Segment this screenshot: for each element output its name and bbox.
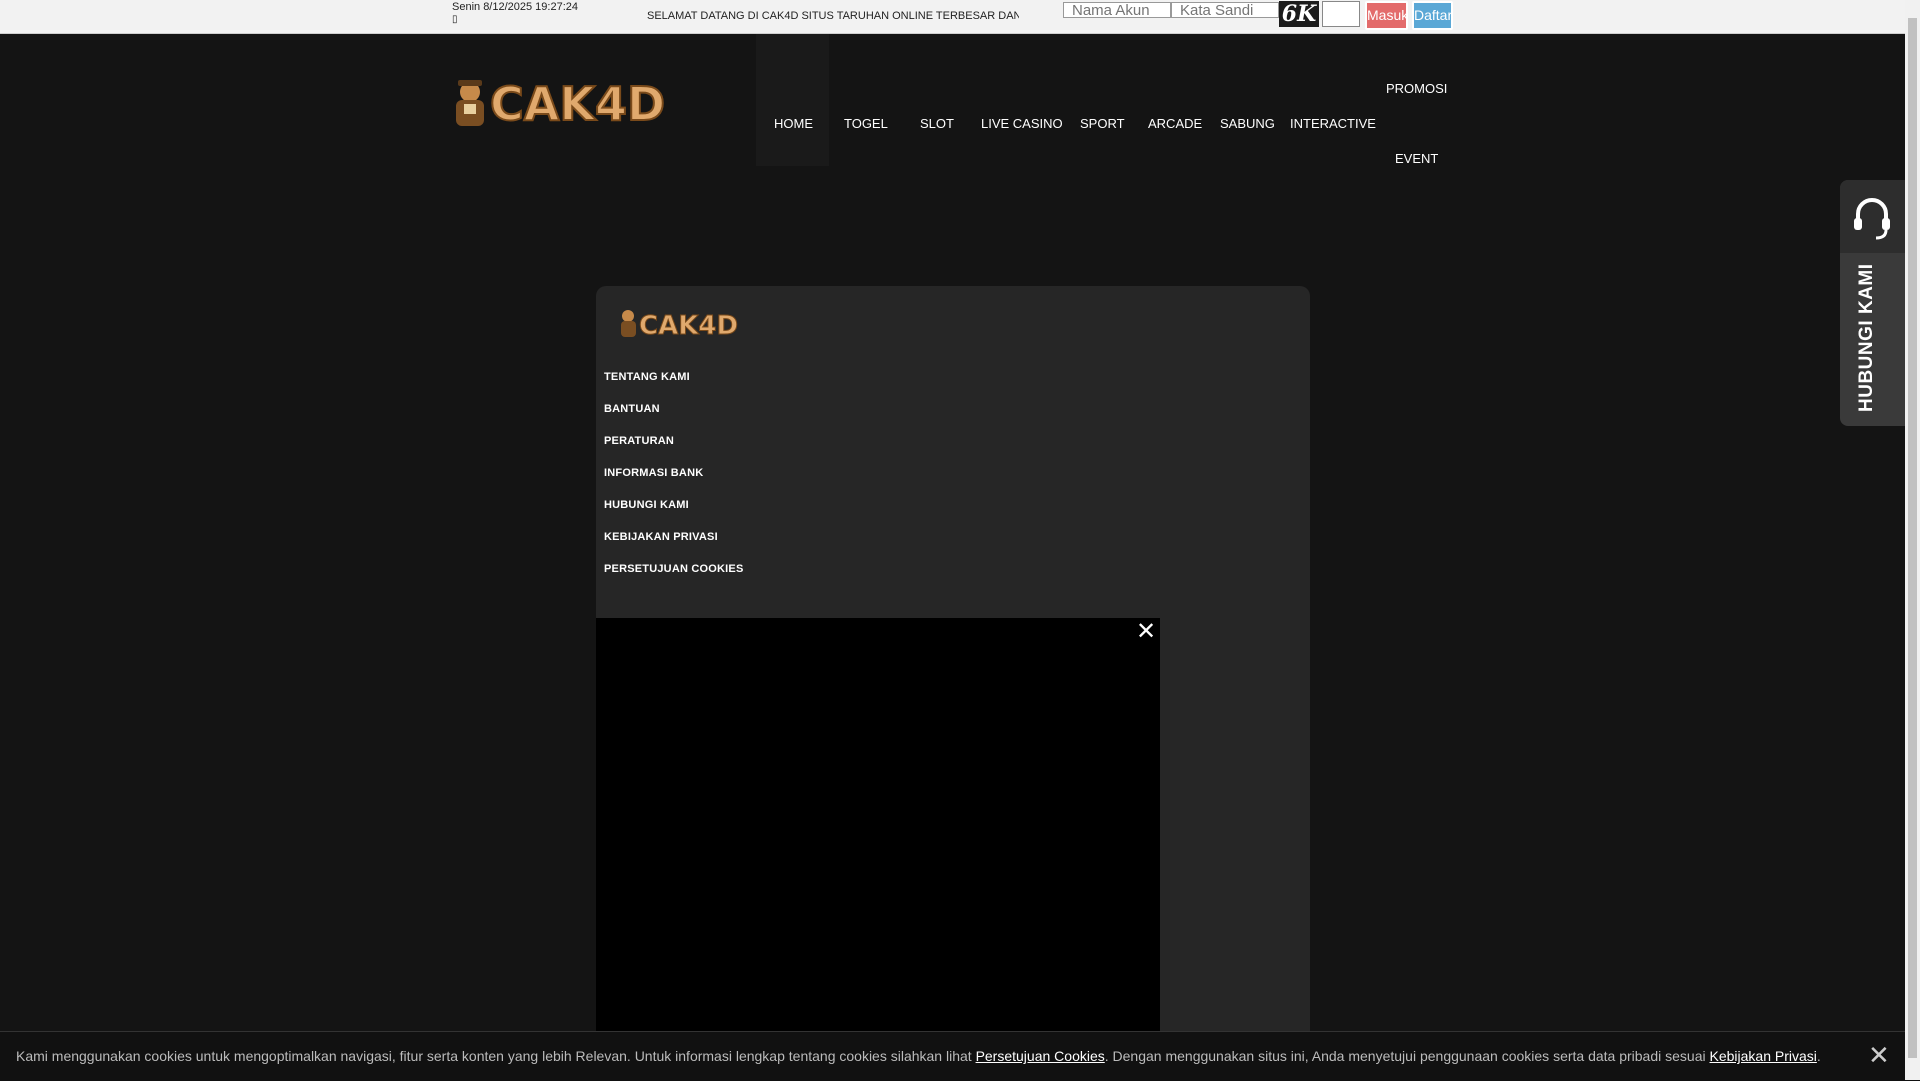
support-icon-box: [1840, 180, 1905, 253]
panel-logo: CAK4D: [621, 310, 739, 340]
svg-text:CAK4D: CAK4D: [639, 311, 738, 340]
nav-live-casino[interactable]: LIVE CASINO: [981, 116, 1063, 131]
register-button[interactable]: Daftar: [1412, 1, 1453, 30]
captcha-image: 6K: [1279, 1, 1319, 27]
nav-sport[interactable]: SPORT: [1080, 116, 1125, 131]
nav-event[interactable]: EVENT: [1395, 151, 1438, 166]
captcha-input[interactable]: [1322, 1, 1360, 27]
link-bantuan[interactable]: BANTUAN: [604, 403, 660, 415]
link-tentang-kami[interactable]: TENTANG KAMI: [604, 371, 690, 383]
link-informasi-bank[interactable]: INFORMASI BANK: [604, 467, 703, 479]
nav-arcade[interactable]: ARCADE: [1148, 116, 1202, 131]
mascot-icon: [456, 80, 484, 126]
contact-label: HUBUNGI KAMI: [1856, 263, 1877, 413]
small-indicator-icon: ▯: [452, 14, 458, 25]
username-input[interactable]: [1063, 2, 1171, 18]
nav-promosi[interactable]: PROMOSI: [1386, 81, 1447, 96]
nav-slot[interactable]: SLOT: [920, 116, 954, 131]
cookie-text: Kami menggunakan cookies untuk mengoptim…: [16, 1048, 1821, 1064]
cookie-text-part: . Dengan menggunakan situs ini, Anda men…: [1104, 1048, 1710, 1064]
nav-togel[interactable]: TOGEL: [844, 116, 888, 131]
info-panel: CAK4D TENTANG KAMI BANTUAN PERATURAN INF…: [596, 286, 1310, 1080]
headset-icon: [1854, 198, 1890, 240]
logo-text: CAK4D: [490, 77, 665, 130]
close-icon[interactable]: ✕: [1136, 620, 1156, 644]
welcome-marquee: SELAMAT DATANG DI CAK4D SITUS TARUHAN ON…: [647, 10, 1019, 22]
link-kebijakan-privasi[interactable]: KEBIJAKAN PRIVASI: [604, 531, 718, 543]
privacy-policy-link[interactable]: Kebijakan Privasi: [1710, 1048, 1817, 1064]
login-button[interactable]: Masuk: [1365, 1, 1408, 30]
contact-side-tab[interactable]: HUBUNGI KAMI: [1840, 180, 1905, 426]
link-hubungi-kami[interactable]: HUBUNGI KAMI: [604, 499, 689, 511]
site-logo[interactable]: CAK4D: [452, 76, 682, 130]
cookie-text-part: .: [1816, 1048, 1821, 1064]
nav-home-highlight: [756, 34, 829, 166]
datetime: Senin 8/12/2025 19:27:24: [452, 1, 579, 13]
cookie-text-part: Kami menggunakan cookies untuk mengoptim…: [16, 1048, 976, 1064]
scrollbar-thumb[interactable]: [1908, 18, 1917, 1058]
cookie-banner: Kami menggunakan cookies untuk mengoptim…: [0, 1031, 1920, 1081]
nav-sabung[interactable]: SABUNG: [1220, 116, 1275, 131]
password-input[interactable]: [1171, 2, 1279, 18]
link-peraturan[interactable]: PERATURAN: [604, 435, 674, 447]
nav-home[interactable]: HOME: [774, 116, 813, 131]
close-icon[interactable]: ✕: [1868, 1040, 1890, 1071]
popup-video-box[interactable]: ✕: [596, 618, 1160, 1080]
cookie-policy-link[interactable]: Persetujuan Cookies: [976, 1048, 1105, 1064]
link-persetujuan-cookies[interactable]: PERSETUJUAN COOKIES: [604, 563, 744, 575]
top-bar: Senin 8/12/2025 19:27:24 ▯ SELAMAT DATAN…: [0, 0, 1905, 34]
nav-interactive[interactable]: INTERACTIVE: [1290, 116, 1376, 131]
